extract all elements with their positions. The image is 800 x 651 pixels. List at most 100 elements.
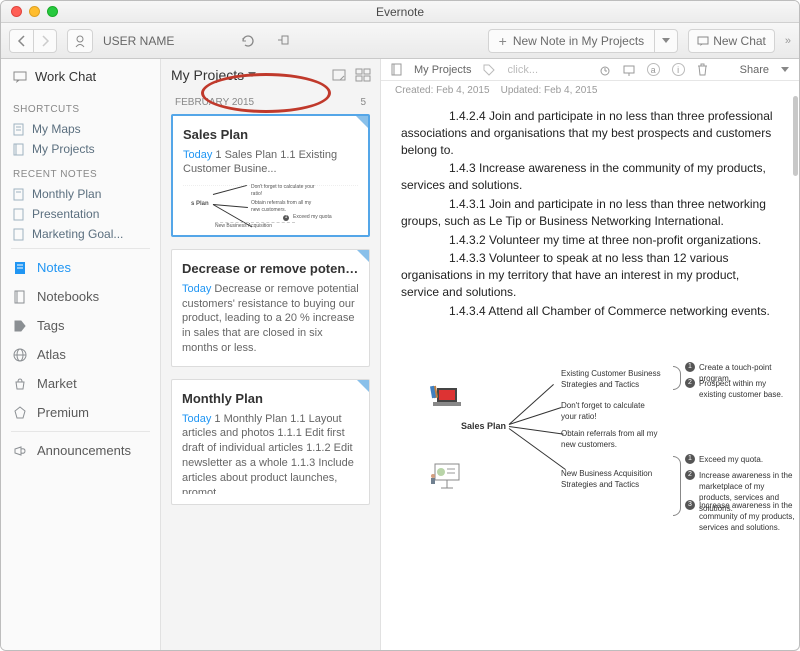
notebook-icon[interactable] (391, 63, 402, 76)
shortcuts-header: SHORTCUTS (1, 94, 160, 119)
app-title: Evernote (376, 5, 424, 19)
tag-icon[interactable] (483, 64, 495, 76)
date-header: FEBRUARY 2015 5 (161, 91, 380, 114)
recent-header: RECENT NOTES (1, 159, 160, 184)
detail-header: My Projects click... a i Share (381, 59, 799, 81)
body-line: 1.4.3.2 Volunteer my time at three non-p… (401, 232, 779, 249)
work-chat-label: Work Chat (35, 69, 96, 84)
date-label: FEBRUARY 2015 (175, 97, 254, 108)
notebooks-icon (13, 290, 27, 304)
notes-panel: My Projects FEBRUARY 2015 5 Sales Plan T… (161, 59, 381, 650)
toolbar: USER NAME + New Note in My Projects New … (1, 23, 799, 59)
note-icon (13, 123, 24, 136)
new-note-dropdown[interactable] (654, 29, 678, 53)
sidebar-item-my-projects[interactable]: My Projects (1, 139, 160, 159)
body-line: 1.4.2.4 Join and participate in no less … (401, 108, 779, 158)
count-label: 5 (360, 97, 366, 108)
reminder-icon[interactable] (599, 64, 611, 76)
nav-premium[interactable]: Premium (1, 398, 160, 427)
card-title: Monthly Plan (182, 390, 359, 408)
title-bar: Evernote (1, 1, 799, 23)
account-button[interactable] (67, 29, 93, 53)
sidebar-item-presentation[interactable]: Presentation (1, 204, 160, 224)
share-dropdown-icon[interactable] (781, 67, 789, 73)
nav-tags[interactable]: Tags (1, 311, 160, 340)
announcements-icon (13, 444, 27, 458)
new-chat-label: New Chat (713, 34, 766, 48)
diagram-node: Existing Customer Business Strategies an… (561, 368, 671, 390)
present-icon[interactable] (623, 64, 635, 76)
nav-atlas[interactable]: Atlas (1, 340, 160, 369)
window: Evernote USER NAME + New Note in My Proj… (0, 0, 800, 651)
sidebar-item-label: Presentation (32, 207, 99, 221)
tags-icon (13, 319, 27, 333)
list-view-icon[interactable] (332, 69, 346, 81)
note-icon (13, 188, 24, 201)
note-icon (13, 228, 24, 241)
scrollbar[interactable] (793, 96, 799, 650)
nav-market[interactable]: Market (1, 369, 160, 398)
nav-label: Premium (37, 405, 89, 420)
activity-button[interactable] (272, 29, 298, 53)
work-chat-link[interactable]: Work Chat (1, 65, 160, 94)
close-button[interactable] (11, 6, 22, 17)
diagram-center: Sales Plan (461, 420, 506, 433)
nav-label: Notebooks (37, 289, 99, 304)
overflow-icon[interactable]: » (785, 35, 791, 47)
nav-label: Market (37, 376, 77, 391)
notes-title-label: My Projects (171, 67, 244, 83)
card-title: Decrease or remove potential customers'… (182, 260, 359, 278)
market-icon (13, 377, 27, 391)
tag-placeholder[interactable]: click... (507, 64, 538, 76)
cards-list[interactable]: Sales Plan Today 1 Sales Plan 1.1 Existi… (161, 114, 380, 650)
nav-group (9, 29, 57, 53)
sidebar-item-label: My Projects (32, 142, 95, 156)
body-line: 1.4.3.1 Join and participate in no less … (401, 196, 779, 230)
new-note-label: New Note in My Projects (513, 34, 644, 48)
divider (11, 248, 150, 249)
note-card-decrease[interactable]: Decrease or remove potential customers'…… (171, 249, 370, 367)
sidebar-item-my-maps[interactable]: My Maps (1, 119, 160, 139)
notebook-icon (13, 143, 24, 156)
nav-announcements[interactable]: Announcements (1, 436, 160, 465)
nav-label: Tags (37, 318, 64, 333)
premium-icon (13, 406, 27, 420)
new-note-button[interactable]: + New Note in My Projects (488, 29, 655, 53)
notes-icon (13, 261, 27, 275)
nav-label: Atlas (37, 347, 66, 362)
main-area: Work Chat SHORTCUTS My Maps My Projects … (1, 59, 799, 650)
sync-button[interactable] (234, 29, 262, 53)
zoom-button[interactable] (47, 6, 58, 17)
minimize-button[interactable] (29, 6, 40, 17)
annotate-icon[interactable]: a (647, 63, 660, 76)
divider (11, 431, 150, 432)
note-icon (13, 208, 24, 221)
nav-label: Notes (37, 260, 71, 275)
grid-view-icon[interactable] (356, 69, 370, 81)
card-title: Sales Plan (183, 126, 358, 144)
user-name[interactable]: USER NAME (103, 34, 174, 48)
body-line: 1.4.3.4 Attend all Chamber of Commerce n… (401, 303, 779, 320)
notes-title-dropdown[interactable]: My Projects (171, 67, 256, 83)
sidebar: Work Chat SHORTCUTS My Maps My Projects … (1, 59, 161, 650)
nav-notes[interactable]: Notes (1, 253, 160, 282)
nav-notebooks[interactable]: Notebooks (1, 282, 160, 311)
traffic-lights (1, 6, 58, 17)
diagram: Sales Plan Existing Customer Business St… (401, 338, 779, 538)
trash-icon[interactable] (697, 63, 708, 76)
note-card-sales-plan[interactable]: Sales Plan Today 1 Sales Plan 1.1 Existi… (171, 114, 370, 237)
back-button[interactable] (9, 29, 33, 53)
new-chat-button[interactable]: New Chat (688, 29, 775, 53)
sidebar-item-monthly-plan[interactable]: Monthly Plan (1, 184, 160, 204)
breadcrumb[interactable]: My Projects (414, 64, 471, 76)
forward-button[interactable] (33, 29, 57, 53)
sidebar-item-label: Monthly Plan (32, 187, 101, 201)
info-icon[interactable]: i (672, 63, 685, 76)
atlas-icon (13, 348, 27, 362)
sidebar-item-label: Marketing Goal... (32, 227, 123, 241)
note-card-monthly-plan[interactable]: Monthly Plan Today 1 Monthly Plan 1.1 La… (171, 379, 370, 505)
share-button[interactable]: Share (740, 64, 769, 76)
sidebar-item-marketing-goal[interactable]: Marketing Goal... (1, 224, 160, 244)
diagram-node: Don't forget to calculate your ratio! (561, 400, 661, 422)
note-body[interactable]: 1.4.2.4 Join and participate in no less … (381, 100, 799, 650)
